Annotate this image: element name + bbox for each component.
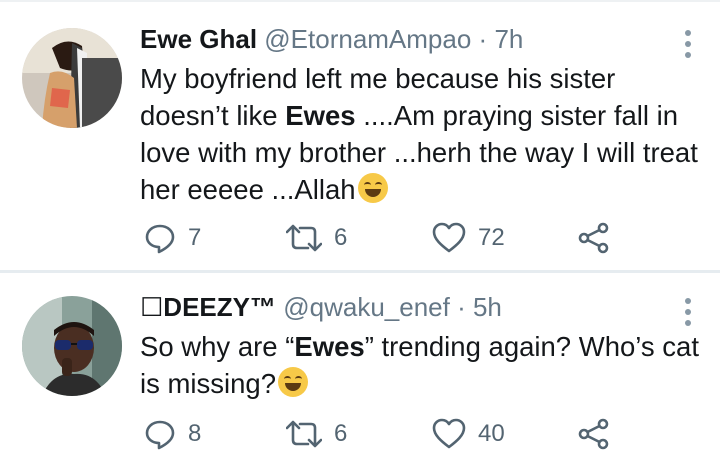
reply-count: 7 <box>188 224 202 251</box>
timestamp[interactable]: 7h <box>494 24 523 54</box>
tweet-actions: 7 6 72 <box>140 218 640 258</box>
retweet-icon <box>286 224 322 252</box>
avatar[interactable] <box>22 296 122 396</box>
heart-icon <box>432 418 466 449</box>
hashtag-word: Ewes <box>294 331 365 362</box>
more-options-icon[interactable] <box>684 298 692 331</box>
share-button[interactable] <box>578 218 610 258</box>
face-with-tears-of-joy-icon <box>357 173 388 203</box>
tweet-text-part: So why are “ <box>140 331 295 362</box>
like-button[interactable]: 72 <box>432 218 505 258</box>
like-count: 72 <box>478 224 505 251</box>
reply-icon <box>145 420 175 450</box>
reply-count: 8 <box>188 420 202 447</box>
reply-button[interactable]: 7 <box>144 218 201 258</box>
retweet-icon <box>286 420 322 448</box>
heart-icon <box>432 222 466 253</box>
retweet-count: 6 <box>334 420 348 447</box>
tweet-actions: 8 6 40 <box>140 414 640 454</box>
tweet[interactable]: Ewe Ghal @EtornamAmpao · 7h My boyfriend… <box>0 0 720 272</box>
user-handle[interactable]: @EtornamAmpao <box>264 24 471 54</box>
tweet-text: My boyfriend left me because his sister … <box>140 60 700 208</box>
separator-dot: · <box>449 292 473 322</box>
tweet[interactable]: ☐DEEZY™ @qwaku_enef · 5h So why are “Ewe… <box>0 272 720 467</box>
hashtag-word: Ewes <box>285 100 356 131</box>
tweet-header: Ewe Ghal @EtornamAmpao · 7h <box>140 22 523 56</box>
share-icon <box>578 418 609 450</box>
avatar[interactable] <box>22 28 122 128</box>
retweet-count: 6 <box>334 224 348 251</box>
timestamp[interactable]: 5h <box>473 292 502 322</box>
retweet-button[interactable]: 6 <box>286 414 347 454</box>
grinning-cat-with-tears-icon <box>278 367 309 397</box>
like-count: 40 <box>478 420 505 447</box>
reply-icon <box>145 224 175 254</box>
reply-button[interactable]: 8 <box>144 414 201 454</box>
user-handle[interactable]: @qwaku_enef <box>283 292 450 322</box>
display-name[interactable]: Ewe Ghal <box>140 24 257 54</box>
retweet-button[interactable]: 6 <box>286 218 347 258</box>
tweet-text: So why are “Ewes” trending again? Who’s … <box>140 328 700 402</box>
like-button[interactable]: 40 <box>432 414 505 454</box>
share-icon <box>578 222 609 254</box>
separator-dot: · <box>471 24 495 54</box>
display-name[interactable]: ☐DEEZY™ <box>140 292 276 322</box>
share-button[interactable] <box>578 414 610 454</box>
tweet-header: ☐DEEZY™ @qwaku_enef · 5h <box>140 290 502 324</box>
more-options-icon[interactable] <box>684 30 692 63</box>
